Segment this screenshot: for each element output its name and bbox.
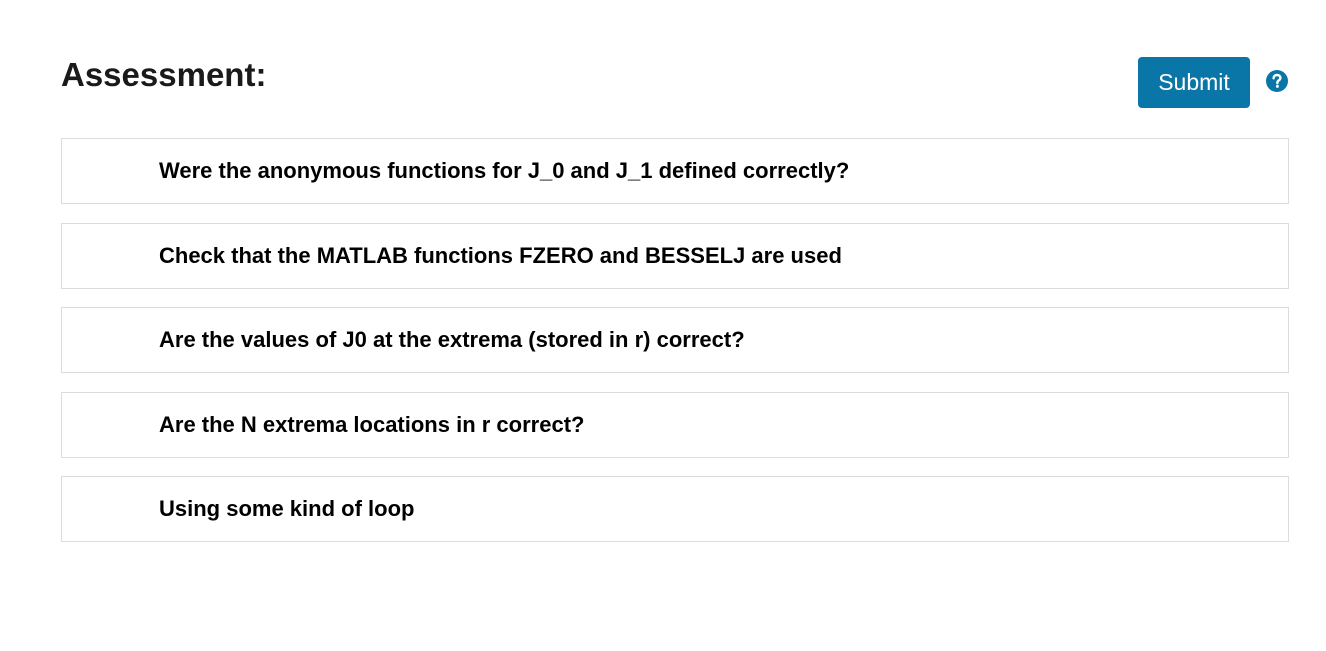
criterion-item[interactable]: Are the values of J0 at the extrema (sto… bbox=[61, 307, 1289, 373]
assessment-page: Assessment: Submit Were the anonymous fu… bbox=[0, 0, 1326, 651]
criterion-item[interactable]: Using some kind of loop bbox=[61, 476, 1289, 542]
criterion-item[interactable]: Check that the MATLAB functions FZERO an… bbox=[61, 222, 1289, 289]
criterion-label: Using some kind of loop bbox=[159, 496, 415, 521]
page-title: Assessment: bbox=[61, 56, 267, 93]
criterion-item[interactable]: Were the anonymous functions for J_0 and… bbox=[61, 138, 1289, 204]
criterion-label: Are the values of J0 at the extrema (sto… bbox=[159, 327, 745, 352]
criterion-label: Were the anonymous functions for J_0 and… bbox=[159, 158, 850, 183]
help-icon[interactable] bbox=[1266, 70, 1288, 92]
submit-button[interactable]: Submit bbox=[1138, 57, 1250, 108]
criteria-list: Were the anonymous functions for J_0 and… bbox=[61, 138, 1289, 561]
criterion-item[interactable]: Are the N extrema locations in r correct… bbox=[61, 391, 1289, 458]
criterion-label: Check that the MATLAB functions FZERO an… bbox=[159, 242, 842, 268]
criterion-label: Are the N extrema locations in r correct… bbox=[159, 411, 585, 437]
question-mark-icon bbox=[1272, 73, 1282, 88]
